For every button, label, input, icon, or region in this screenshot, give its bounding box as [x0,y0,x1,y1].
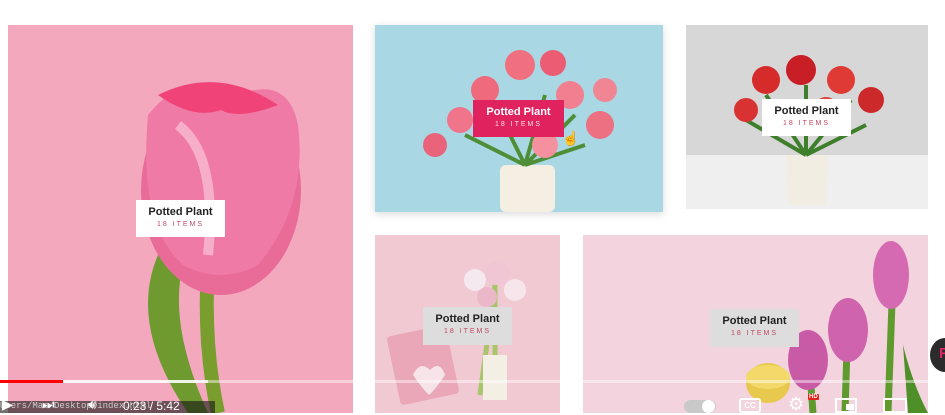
tile-subtitle-3: 18 ITEMS [782,120,831,127]
tile-label-2[interactable]: Potted Plant 18 ITEMS [473,100,564,137]
tile-subtitle-4: 18 ITEMS [443,328,492,335]
tile-title-1: Potted Plant [148,206,213,218]
tile-title-2: Potted Plant [486,106,551,118]
played-bar [0,380,64,383]
tile-title-4: Potted Plant [435,313,500,325]
captions-button[interactable]: CC [739,398,761,413]
tile-label-3[interactable]: Potted Plant 18 ITEMS [762,99,851,136]
tile-subtitle-2: 18 ITEMS [494,121,543,128]
video-progress-bar[interactable] [0,380,945,383]
hd-badge: HD [808,394,819,400]
gallery-tile-2[interactable]: Potted Plant 18 ITEMS ☝ [375,25,663,212]
gallery-tile-3[interactable]: Potted Plant 18 ITEMS [686,25,928,209]
next-icon[interactable]: ⏭ [42,396,55,413]
play-icon[interactable]: ▶ [2,396,13,413]
tile-subtitle-1: 18 ITEMS [156,221,205,228]
gallery-tile-5[interactable]: Potted Plant 18 ITEMS [583,235,928,413]
brand-logo-icon[interactable]: R [928,336,945,374]
file-path-overlay: Users/Mac/Desktop/index.html [0,401,215,413]
tile-label-5[interactable]: Potted Plant 18 ITEMS [710,309,799,347]
miniplayer-icon[interactable] [835,398,857,413]
tile-label-1[interactable]: Potted Plant 18 ITEMS [136,200,225,237]
time-display: 0:23 / 5:42 [123,399,180,413]
gallery-tile-1[interactable]: Potted Plant 18 ITEMS [8,25,353,413]
tile-subtitle-5: 18 ITEMS [730,330,779,337]
settings-gear-icon[interactable]: ⚙ [788,394,804,415]
cursor-hand-icon: ☝ [562,130,580,146]
tile-title-3: Potted Plant [774,105,839,117]
gallery-tile-4[interactable]: Potted Plant 18 ITEMS [375,235,560,413]
volume-icon[interactable]: 🔊︎ [88,396,97,413]
tile-title-5: Potted Plant [722,315,787,327]
theater-mode-icon[interactable] [883,398,907,413]
autoplay-toggle[interactable] [684,400,716,413]
tile-label-4[interactable]: Potted Plant 18 ITEMS [423,307,512,345]
fullscreen-icon[interactable] [930,398,944,413]
